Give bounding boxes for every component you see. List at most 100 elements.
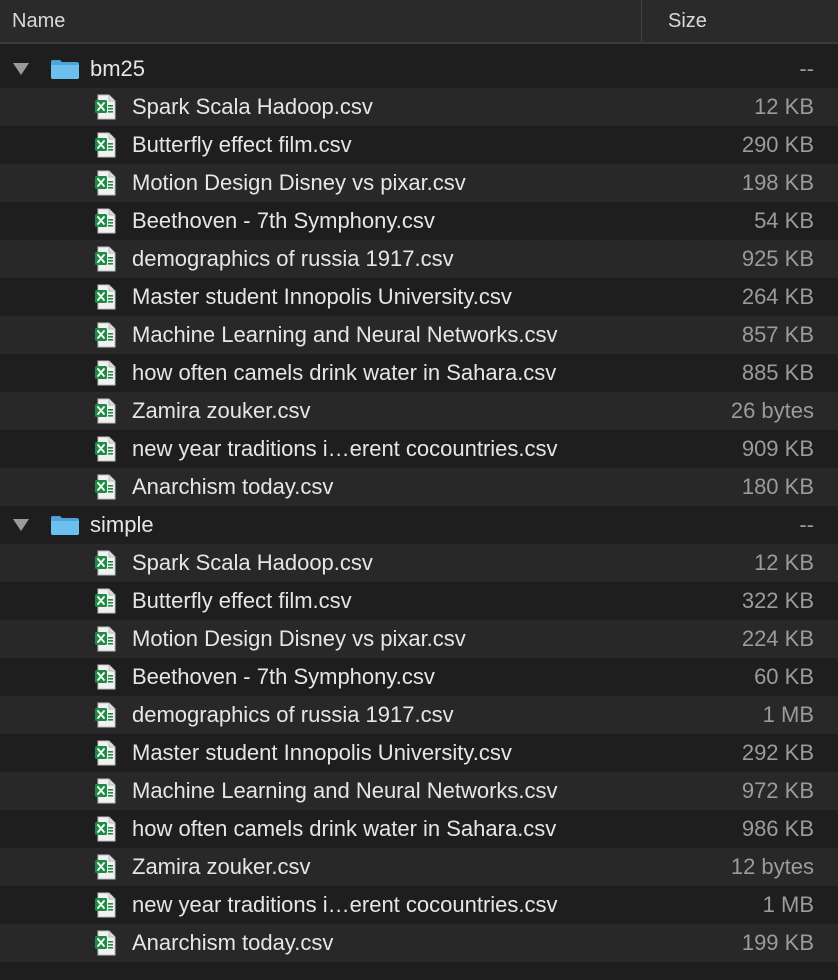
file-row[interactable]: Spark Scala Hadoop.csv 12 KB	[0, 88, 838, 126]
file-row[interactable]: Anarchism today.csv 180 KB	[0, 468, 838, 506]
file-name: new year traditions i…erent cocountries.…	[132, 436, 558, 461]
excel-csv-file-icon	[94, 132, 116, 158]
file-row[interactable]: Machine Learning and Neural Networks.csv…	[0, 316, 838, 354]
size-column-header[interactable]: Size	[642, 0, 838, 42]
file-size: 180 KB	[741, 474, 814, 499]
excel-csv-file-icon	[94, 816, 116, 842]
file-row[interactable]: Butterfly effect film.csv 322 KB	[0, 582, 838, 620]
excel-csv-file-icon	[94, 664, 116, 690]
file-size: 986 KB	[741, 816, 814, 841]
file-row[interactable]: Zamira zouker.csv 12 bytes	[0, 848, 838, 886]
file-name: new year traditions i…erent cocountries.…	[132, 892, 558, 917]
excel-csv-file-icon	[94, 854, 116, 880]
file-name: demographics of russia 1917.csv	[132, 246, 454, 271]
file-row[interactable]: new year traditions i…erent cocountries.…	[0, 430, 838, 468]
file-size: 54 KB	[754, 208, 814, 233]
file-row[interactable]: Beethoven - 7th Symphony.csv 54 KB	[0, 202, 838, 240]
file-name: how often camels drink water in Sahara.c…	[132, 816, 557, 841]
folder-size: --	[799, 512, 814, 537]
file-size: 292 KB	[741, 740, 814, 765]
file-size: 322 KB	[741, 588, 814, 613]
folder-row[interactable]: bm25 --	[0, 50, 838, 88]
file-row[interactable]: new year traditions i…erent cocountries.…	[0, 886, 838, 924]
file-row[interactable]: Beethoven - 7th Symphony.csv 60 KB	[0, 658, 838, 696]
file-name: Motion Design Disney vs pixar.csv	[132, 170, 466, 195]
file-name: demographics of russia 1917.csv	[132, 702, 454, 727]
excel-csv-file-icon	[94, 778, 116, 804]
excel-csv-file-icon	[94, 702, 116, 728]
excel-csv-file-icon	[94, 284, 116, 310]
file-row[interactable]: Motion Design Disney vs pixar.csv 224 KB	[0, 620, 838, 658]
file-name: Anarchism today.csv	[132, 474, 334, 499]
file-name: Butterfly effect film.csv	[132, 132, 352, 157]
excel-csv-file-icon	[94, 170, 116, 196]
file-name: Zamira zouker.csv	[132, 854, 311, 879]
file-row[interactable]: Spark Scala Hadoop.csv 12 KB	[0, 544, 838, 582]
file-size: 12 KB	[754, 94, 814, 119]
excel-csv-file-icon	[94, 398, 116, 424]
file-size: 198 KB	[741, 170, 814, 195]
excel-csv-file-icon	[94, 436, 116, 462]
file-name: Beethoven - 7th Symphony.csv	[132, 664, 435, 689]
file-size: 1 MB	[762, 702, 814, 727]
excel-csv-file-icon	[94, 626, 116, 652]
file-name: Machine Learning and Neural Networks.csv	[132, 778, 558, 803]
file-size: 26 bytes	[730, 398, 814, 423]
file-row[interactable]: Master student Innopolis University.csv 2…	[0, 278, 838, 316]
file-name: Master student Innopolis University.csv	[132, 284, 512, 309]
file-size: 925 KB	[741, 246, 814, 271]
disclosure-triangle-down-icon[interactable]	[13, 63, 29, 75]
file-size: 885 KB	[741, 360, 814, 385]
file-name: Beethoven - 7th Symphony.csv	[132, 208, 435, 233]
file-size: 12 KB	[754, 550, 814, 575]
file-row[interactable]: Zamira zouker.csv 26 bytes	[0, 392, 838, 430]
column-header: Name Size	[0, 0, 838, 44]
excel-csv-file-icon	[94, 246, 116, 272]
folder-row[interactable]: simple --	[0, 506, 838, 544]
excel-csv-file-icon	[94, 588, 116, 614]
name-column-header[interactable]: Name	[0, 0, 642, 42]
excel-csv-file-icon	[94, 94, 116, 120]
file-size: 60 KB	[754, 664, 814, 689]
file-row[interactable]: Butterfly effect film.csv 290 KB	[0, 126, 838, 164]
folder-name: simple	[90, 512, 154, 537]
file-name: Zamira zouker.csv	[132, 398, 311, 423]
file-row[interactable]: Motion Design Disney vs pixar.csv 198 KB	[0, 164, 838, 202]
file-name: Master student Innopolis University.csv	[132, 740, 512, 765]
file-size: 12 bytes	[730, 854, 814, 879]
file-size: 224 KB	[741, 626, 814, 651]
file-name: Machine Learning and Neural Networks.csv	[132, 322, 558, 347]
disclosure-triangle-down-icon[interactable]	[13, 519, 29, 531]
file-size: 909 KB	[741, 436, 814, 461]
file-row[interactable]: Master student Innopolis University.csv 2…	[0, 734, 838, 772]
file-list: bm25 -- Spark Scala Hadoop.csv 12 KB Butterf…	[0, 50, 838, 962]
excel-csv-file-icon	[94, 474, 116, 500]
file-size: 199 KB	[741, 930, 814, 955]
file-row[interactable]: Anarchism today.csv 199 KB	[0, 924, 838, 962]
file-name: Spark Scala Hadoop.csv	[132, 94, 373, 119]
file-size: 857 KB	[741, 322, 814, 347]
folder-icon	[50, 58, 80, 80]
file-name: Spark Scala Hadoop.csv	[132, 550, 373, 575]
excel-csv-file-icon	[94, 360, 116, 386]
file-size: 290 KB	[741, 132, 814, 157]
file-size: 972 KB	[741, 778, 814, 803]
folder-icon	[50, 514, 80, 536]
file-row[interactable]: demographics of russia 1917.csv 925 KB	[0, 240, 838, 278]
file-row[interactable]: Machine Learning and Neural Networks.csv…	[0, 772, 838, 810]
excel-csv-file-icon	[94, 322, 116, 348]
file-row[interactable]: demographics of russia 1917.csv 1 MB	[0, 696, 838, 734]
file-name: Anarchism today.csv	[132, 930, 334, 955]
folder-size: --	[799, 56, 814, 81]
excel-csv-file-icon	[94, 892, 116, 918]
excel-csv-file-icon	[94, 550, 116, 576]
file-name: Motion Design Disney vs pixar.csv	[132, 626, 466, 651]
excel-csv-file-icon	[94, 740, 116, 766]
file-row[interactable]: how often camels drink water in Sahara.c…	[0, 354, 838, 392]
folder-name: bm25	[90, 56, 146, 81]
file-name: Butterfly effect film.csv	[132, 588, 352, 613]
file-size: 264 KB	[741, 284, 814, 309]
excel-csv-file-icon	[94, 930, 116, 956]
file-row[interactable]: how often camels drink water in Sahara.c…	[0, 810, 838, 848]
file-size: 1 MB	[762, 892, 814, 917]
